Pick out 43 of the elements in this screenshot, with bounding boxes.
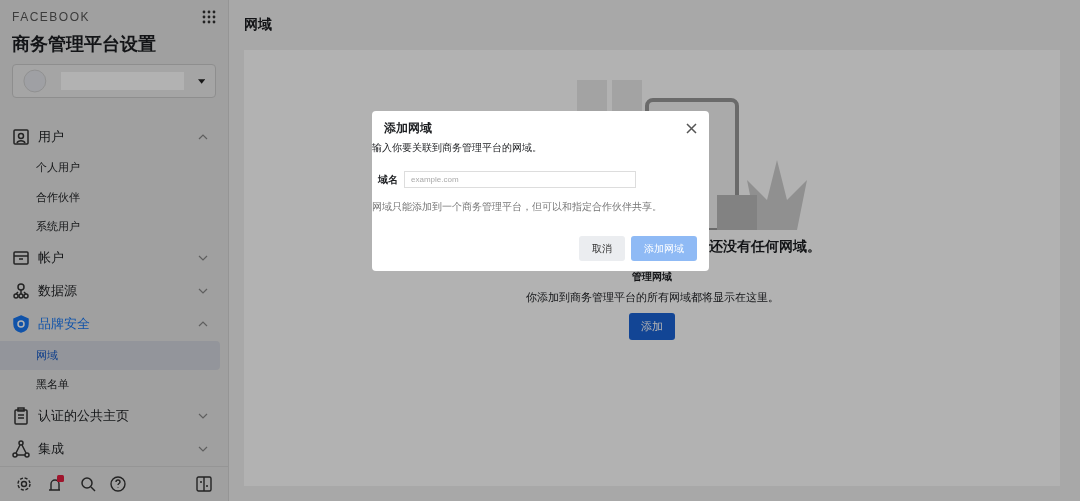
field-label: 域名 [378,172,398,187]
search-icon[interactable] [80,476,96,492]
dialog-title: 添加网域 [384,119,432,137]
nav-icon [12,440,30,458]
dialog-intro: 输入你要关联到商务管理平台的网域。 [372,141,543,155]
domain-input[interactable]: example.com [404,171,636,188]
cancel-button[interactable]: 取消 [579,236,625,261]
nav-group[interactable]: 帐户 [0,241,228,275]
brand-name: FACEBOOK [12,10,91,24]
apps-grid-icon[interactable] [202,10,216,24]
close-icon[interactable] [686,122,697,134]
nav-group[interactable]: 用户 [0,120,228,153]
chevron-icon [198,133,208,140]
nav-item[interactable]: 系统用户 [0,212,220,242]
nav-item[interactable]: 黑名单 [0,370,220,400]
settings-icon[interactable] [16,476,32,492]
nav-item[interactable]: 网域 [0,340,220,370]
help-icon[interactable] [110,476,126,492]
page-title: 网域 [244,15,273,34]
nav-icon [12,407,30,425]
empty-state-subheading: 管理网域 [632,270,672,284]
nav-icon [12,127,30,146]
nav-group[interactable]: 集成 [0,432,228,466]
chevron-icon [198,321,208,327]
chevron-icon [198,255,208,261]
panel-icon[interactable] [196,476,212,492]
chevron-icon [198,446,208,452]
settings-title: 商务管理平台设置 [12,33,157,56]
empty-state-heading: 还没有任何网域。 [709,238,821,256]
chevron-icon [198,413,208,419]
add-button[interactable]: 添加 [629,313,675,340]
nav-icon [12,282,30,300]
caret-icon [197,78,205,84]
nav-item[interactable]: 个人用户 [0,153,220,183]
nav-icon [12,249,30,267]
nav-icon [12,315,30,333]
chevron-icon [198,288,208,294]
dialog-hint: 网域只能添加到一个商务管理平台，但可以和指定合作伙伴共享。 [372,200,663,214]
notification-icon[interactable] [46,475,66,493]
nav-group[interactable]: 认证的公共主页 [0,399,228,433]
empty-state-description: 你添加到商务管理平台的所有网域都将显示在这里。 [525,290,779,305]
nav-item[interactable]: 合作伙伴 [0,182,220,212]
nav-group[interactable]: 数据源 [0,274,228,308]
